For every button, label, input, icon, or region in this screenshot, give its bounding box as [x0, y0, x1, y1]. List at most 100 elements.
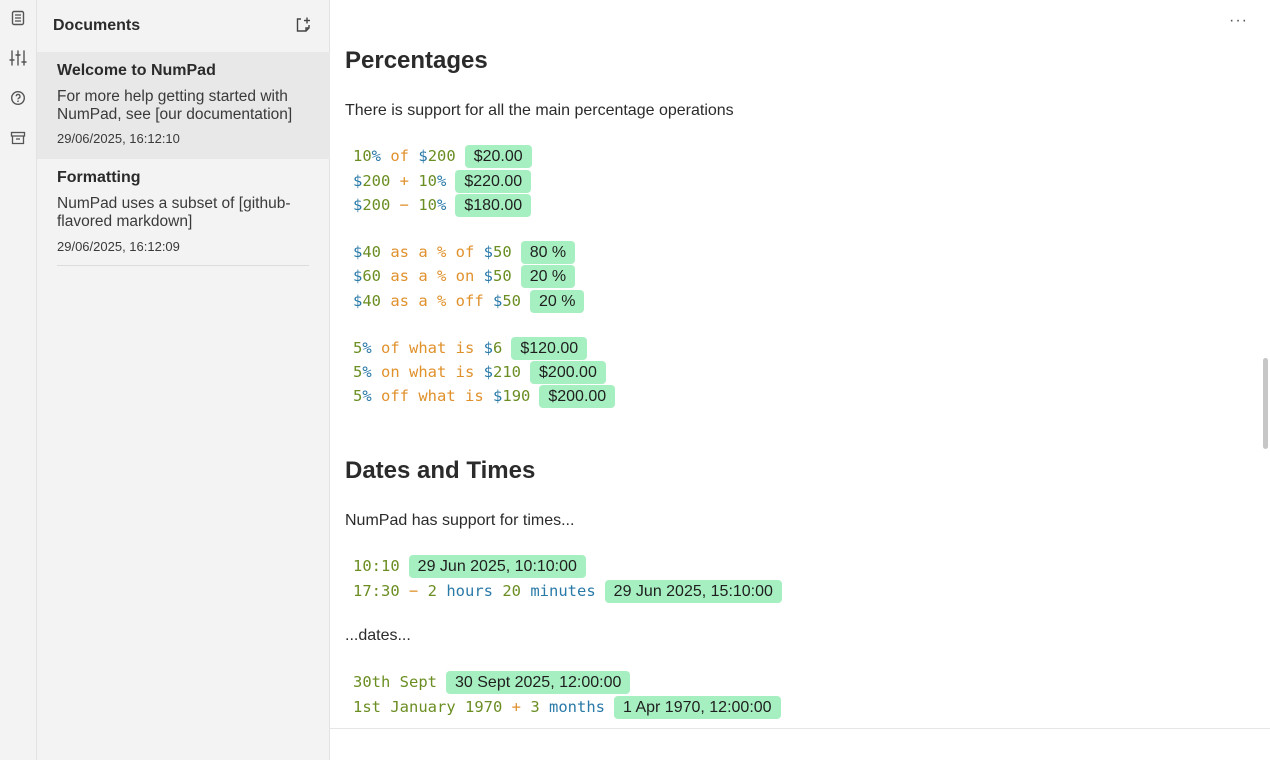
expression-token: as a % on [381, 267, 484, 285]
expression-token: 3 [530, 698, 540, 716]
expression-token: hours [437, 582, 503, 600]
expression-token: $ [483, 267, 494, 285]
expression-token: $ [418, 147, 428, 165]
expression-token: 50 [493, 243, 512, 261]
result-badge[interactable]: 29 Jun 2025, 10:10:00 [408, 554, 586, 578]
calc-line[interactable]: 5% off what is $190 $200.00 [353, 384, 616, 408]
document-title: Welcome to NumPad [57, 62, 216, 79]
result-badge[interactable]: 29 Jun 2025, 15:10:00 [604, 579, 782, 603]
document-list-item[interactable]: Formatting NumPad uses a subset of [gith… [37, 159, 330, 266]
new-document-icon[interactable] [294, 16, 314, 36]
expression-token: 20 [502, 582, 522, 600]
expression-token: % [362, 363, 372, 381]
expression-token: $ [483, 243, 494, 261]
document-date: 29/06/2025, 16:12:10 [57, 131, 180, 146]
expression-token: 40 [362, 292, 382, 310]
expression-token: $ [493, 387, 503, 405]
expression-token: 10:10 [353, 557, 400, 575]
calc-line[interactable]: $60 as a % on $50 20 % [353, 264, 576, 288]
expression-token: as a % off [381, 292, 493, 310]
expression-token: as a % of [381, 243, 484, 261]
expression-token: on what is [371, 363, 484, 381]
calc-line[interactable]: $200 − 10% $180.00 [353, 193, 532, 217]
expression-token: $ [353, 292, 363, 310]
result-badge[interactable]: $220.00 [455, 169, 532, 193]
expression-token: months [539, 698, 605, 716]
expression-token: 1st January 1970 [353, 698, 503, 716]
result-badge[interactable]: 80 % [520, 240, 576, 264]
documents-sidebar: Documents Welcome to NumPad For more hel… [37, 0, 330, 760]
expression-token: $ [353, 267, 363, 285]
result-badge[interactable]: 20 % [530, 289, 585, 313]
calc-line[interactable]: 30th Sept 30 Sept 2025, 12:00:00 [353, 670, 631, 694]
expression-token: 190 [502, 387, 531, 405]
expression-token: 50 [493, 267, 512, 285]
expression-token: minutes [521, 582, 596, 600]
document-preview: NumPad uses a subset of [github-flavored… [57, 195, 291, 230]
expression-token: 10 [353, 147, 372, 165]
expression-token: $ [483, 363, 494, 381]
expression-token: off what is [371, 387, 494, 405]
expression-token: 10 [418, 172, 438, 190]
sidebar-title: Documents [53, 17, 141, 34]
calc-line[interactable]: $40 as a % of $50 80 % [353, 240, 576, 264]
result-badge[interactable]: $180.00 [455, 193, 532, 217]
expression-token: 5 [353, 387, 363, 405]
expression-token: 200 [427, 147, 456, 165]
scrollbar-thumb[interactable] [1263, 358, 1268, 449]
expression-token: of what is [371, 339, 484, 357]
calc-line[interactable]: 1st January 1970 + 3 months 1 Apr 1970, 1… [353, 695, 781, 719]
expression-token: % [362, 387, 372, 405]
expression-token: 200 [362, 196, 391, 214]
document-preview: For more help getting started with NumPa… [57, 88, 293, 123]
calc-line[interactable]: 5% on what is $210 $200.00 [353, 360, 606, 384]
result-badge[interactable]: $200.00 [539, 384, 616, 408]
section-heading: Percentages [345, 47, 488, 74]
expression-token: − [390, 196, 419, 214]
expression-token: 2 [427, 582, 438, 600]
expression-token: of [381, 147, 419, 165]
result-badge[interactable]: 30 Sept 2025, 12:00:00 [446, 670, 631, 694]
archive-icon[interactable] [8, 128, 28, 148]
expression-token: − [399, 582, 428, 600]
expression-token: $ [483, 339, 494, 357]
calc-line[interactable]: 10:10 29 Jun 2025, 10:10:00 [353, 554, 586, 578]
sliders-icon[interactable] [8, 48, 28, 68]
expression-token: 210 [493, 363, 522, 381]
section-heading: Dates and Times [345, 457, 536, 484]
expression-token: 200 [362, 172, 391, 190]
document-date: 29/06/2025, 16:12:09 [57, 239, 180, 254]
result-badge[interactable]: 1 Apr 1970, 12:00:00 [613, 695, 781, 719]
result-badge[interactable]: 20 % [520, 264, 576, 288]
calc-line[interactable]: $40 as a % off $50 20 % [353, 289, 585, 313]
expression-token: % [362, 339, 372, 357]
expression-token: $ [493, 292, 503, 310]
result-badge[interactable]: $200.00 [530, 360, 606, 384]
calc-line[interactable]: 10% of $200 $20.00 [353, 144, 532, 168]
expression-token: 5 [353, 363, 363, 381]
editor[interactable]: ··· Percentages There is support for all… [330, 0, 1270, 760]
help-icon[interactable] [8, 88, 28, 108]
more-options-icon[interactable]: ··· [1229, 12, 1248, 30]
result-badge[interactable]: $120.00 [511, 336, 588, 360]
document-list-item[interactable]: Welcome to NumPad For more help getting … [37, 52, 330, 159]
expression-token: % [437, 196, 447, 214]
expression-token: 5 [353, 339, 363, 357]
paragraph: ...dates... [345, 627, 411, 644]
expression-token: 50 [502, 292, 522, 310]
result-badge[interactable]: $20.00 [464, 144, 532, 168]
divider [330, 728, 1270, 729]
expression-token: 10 [418, 196, 438, 214]
paragraph: There is support for all the main percen… [345, 102, 734, 119]
document-title: Formatting [57, 169, 141, 186]
calc-line[interactable]: 17:30 − 2 hours 20 minutes 29 Jun 2025, 1… [353, 579, 782, 603]
expression-token: 30th Sept [353, 673, 437, 691]
expression-token: + [502, 698, 531, 716]
calc-line[interactable]: 5% of what is $6 $120.00 [353, 336, 588, 360]
paragraph: NumPad has support for times... [345, 512, 575, 529]
calc-line[interactable]: $200 + 10% $220.00 [353, 169, 532, 193]
expression-token: % [371, 147, 382, 165]
document-icon[interactable] [8, 8, 28, 28]
expression-token: 60 [362, 267, 382, 285]
expression-token: 17:30 [353, 582, 400, 600]
